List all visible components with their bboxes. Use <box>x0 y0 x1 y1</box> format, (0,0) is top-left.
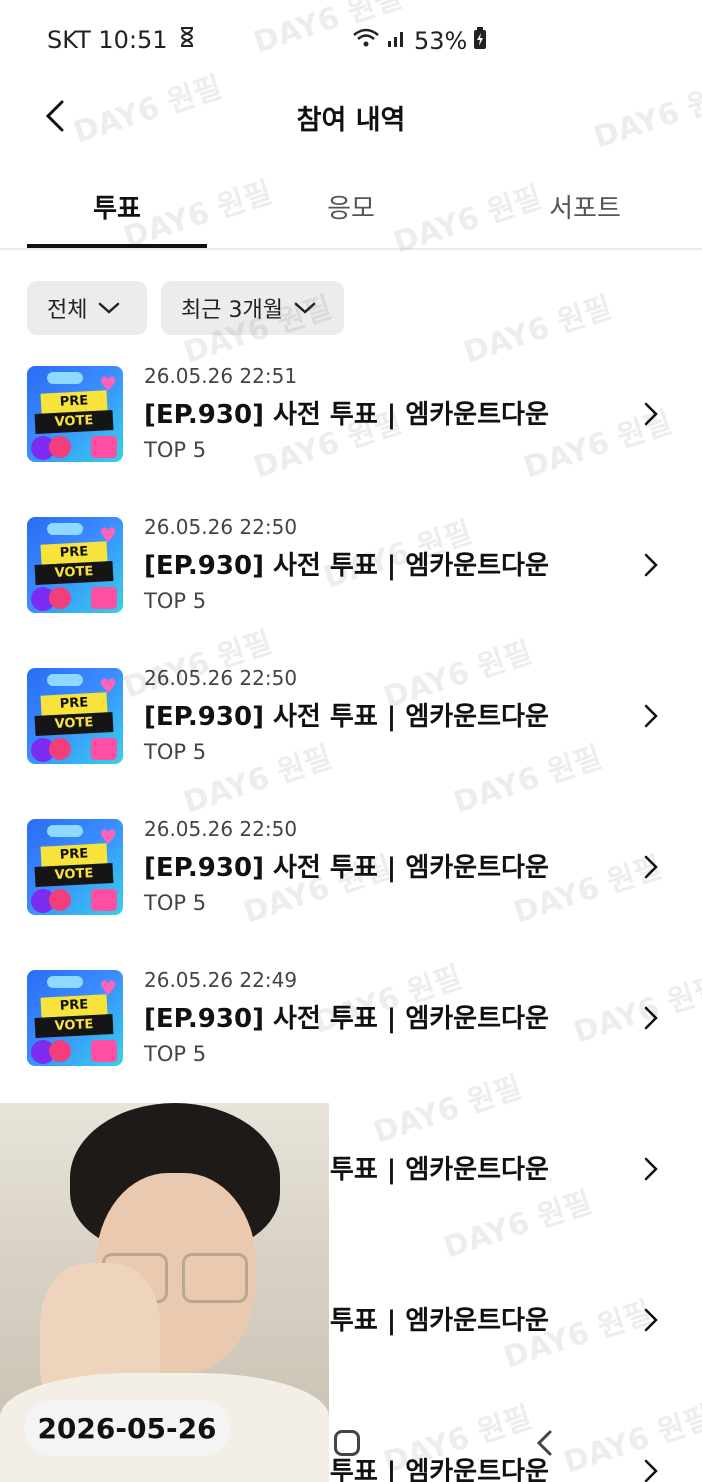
filter-period-label: 최근 3개월 <box>181 298 283 323</box>
chevron-right-icon <box>644 1006 658 1030</box>
item-subtitle: TOP 5 <box>144 438 207 462</box>
chevron-right-icon <box>644 704 658 728</box>
hourglass-icon <box>178 26 196 54</box>
home-square-icon[interactable] <box>334 1430 360 1456</box>
battery-charging-icon <box>473 26 487 56</box>
signal-icon <box>386 27 408 55</box>
chevron-right-icon <box>644 1157 658 1181</box>
wifi-icon <box>352 27 380 55</box>
chevron-right-icon <box>644 553 658 577</box>
chevron-down-icon <box>99 302 120 314</box>
item-subtitle: TOP 5 <box>144 1042 207 1066</box>
item-title: [EP.930] 사전 투표 | 엠카운트다운 <box>144 702 549 732</box>
filter-period-dropdown[interactable]: 최근 3개월 <box>161 281 344 335</box>
list-item[interactable]: ♥ PRE VOTE 26.05.26 22:49 [EP.930] 사전 투표 … <box>0 954 702 1104</box>
tab-bar: 투표 응모 서포트 <box>0 170 702 250</box>
item-subtitle: TOP 5 <box>144 589 207 613</box>
filter-type-dropdown[interactable]: 전체 <box>27 281 147 335</box>
status-left: SKT 10:51 <box>47 26 196 54</box>
list-item[interactable]: ♥ PRE VOTE 26.05.26 22:50 [EP.930] 사전 투표 … <box>0 803 702 953</box>
item-date: 26.05.26 22:49 <box>144 968 298 992</box>
item-title: [EP.930] 사전 투표 | 엠카운트다운 <box>144 400 549 430</box>
vote-thumbnail: ♥ PRE VOTE <box>27 366 123 462</box>
item-date: 26.05.26 22:50 <box>144 515 298 539</box>
item-date: 26.05.26 22:50 <box>144 817 298 841</box>
item-title: [EP.930] 사전 투표 | 엠카운트다운 <box>144 551 549 581</box>
chevron-right-icon <box>644 855 658 879</box>
vote-thumbnail: ♥ PRE VOTE <box>27 517 123 613</box>
status-right: 53% <box>352 26 487 56</box>
chevron-right-icon <box>644 1459 658 1482</box>
battery-percent: 53% <box>414 27 468 55</box>
item-date: 26.05.26 22:51 <box>144 364 298 388</box>
vote-thumbnail: ♥ PRE VOTE <box>27 668 123 764</box>
list-item[interactable]: ♥ PRE VOTE 26.05.26 22:50 [EP.930] 사전 투표 … <box>0 652 702 802</box>
item-subtitle: TOP 5 <box>144 891 207 915</box>
tab-vote[interactable]: 투표 <box>27 188 207 225</box>
tab-support[interactable]: 서포트 <box>495 188 675 225</box>
status-bar: SKT 10:51 53% <box>0 0 702 80</box>
item-title: [EP.930] 사전 투표 | 엠카운트다운 <box>144 1004 549 1034</box>
active-tab-indicator <box>27 244 207 248</box>
tab-entry[interactable]: 응모 <box>261 188 441 225</box>
page-title: 참여 내역 <box>296 105 406 136</box>
item-title: [EP.930] 사전 투표 | 엠카운트다운 <box>144 853 549 883</box>
chevron-down-icon <box>294 302 316 314</box>
list-item[interactable]: ♥ PRE VOTE 26.05.26 22:50 [EP.930] 사전 투표 … <box>0 501 702 651</box>
carrier-time: SKT 10:51 <box>47 26 168 54</box>
filter-type-label: 전체 <box>47 298 88 323</box>
list-item[interactable]: ♥ PRE VOTE 26.05.26 22:51 [EP.930] 사전 투표 … <box>0 350 702 500</box>
item-date: 26.05.26 22:50 <box>144 666 298 690</box>
vote-thumbnail: ♥ PRE VOTE <box>27 970 123 1066</box>
system-back-icon[interactable] <box>530 1428 560 1458</box>
chevron-right-icon <box>644 402 658 426</box>
vote-thumbnail: ♥ PRE VOTE <box>27 819 123 915</box>
app-header: 참여 내역 <box>0 80 702 152</box>
overlay-date-label: 2026-05-26 <box>24 1400 230 1456</box>
item-subtitle: TOP 5 <box>144 740 207 764</box>
chevron-right-icon <box>644 1308 658 1332</box>
